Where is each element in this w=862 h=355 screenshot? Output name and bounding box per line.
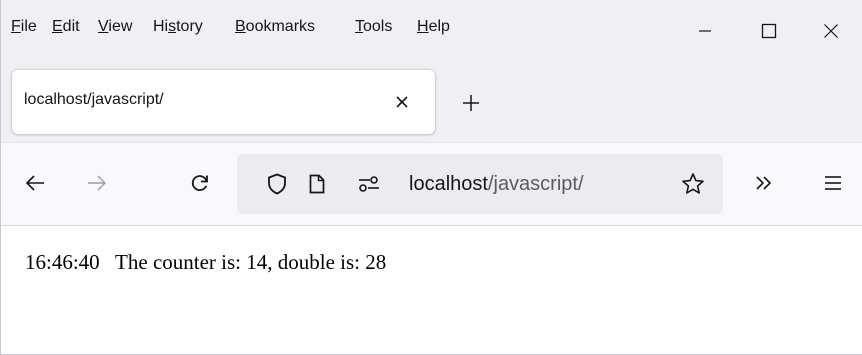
url-text[interactable]: localhost/javascript/: [409, 173, 584, 196]
arrow-left-icon: [25, 175, 45, 191]
close-icon: [823, 23, 839, 39]
minimize-icon: [698, 24, 712, 38]
menu-view[interactable]: View: [98, 18, 132, 36]
maximize-icon: [761, 23, 777, 39]
output-message: The counter is: 14, double is: 28: [115, 250, 387, 274]
shield-icon[interactable]: [263, 170, 291, 198]
back-button[interactable]: [13, 161, 57, 205]
close-button[interactable]: [801, 0, 861, 62]
tab-active[interactable]: localhost/javascript/: [12, 70, 435, 134]
tab-strip: localhost/javascript/: [1, 62, 862, 142]
menu-tools[interactable]: Tools: [355, 18, 392, 36]
output-time: 16:46:40: [25, 250, 100, 274]
menu-help[interactable]: Help: [417, 18, 450, 36]
page-icon[interactable]: [303, 170, 331, 198]
tab-title: localhost/javascript/: [24, 91, 164, 108]
url-path: /javascript/: [487, 173, 584, 195]
url-host: localhost: [409, 173, 488, 195]
plus-icon: [462, 94, 480, 112]
permissions-icon[interactable]: [355, 170, 383, 198]
page-content: 16:46:40 The counter is: 14, double is: …: [1, 226, 862, 354]
maximize-button[interactable]: [739, 0, 799, 62]
reload-button[interactable]: [178, 161, 222, 205]
reload-icon: [190, 173, 210, 193]
menu-edit[interactable]: Edit: [52, 18, 80, 36]
new-tab-button[interactable]: [456, 88, 486, 118]
url-bar[interactable]: localhost/javascript/: [237, 154, 723, 214]
app-menu-button[interactable]: [811, 161, 855, 205]
navigation-toolbar: localhost/javascript/: [1, 142, 862, 226]
menu-bar: File Edit View History Bookmarks Tools H…: [1, 0, 862, 62]
arrow-right-icon: [87, 175, 107, 191]
close-tab-icon: [395, 95, 409, 109]
forward-button[interactable]: [75, 161, 119, 205]
browser-window: File Edit View History Bookmarks Tools H…: [0, 0, 862, 355]
counter-output: 16:46:40 The counter is: 14, double is: …: [25, 250, 386, 275]
tab-close-button[interactable]: [392, 92, 412, 112]
star-icon[interactable]: [679, 170, 707, 198]
overflow-menu-button[interactable]: [742, 161, 786, 205]
menu-history[interactable]: History: [153, 18, 203, 36]
menu-file[interactable]: File: [11, 18, 37, 36]
minimize-button[interactable]: [675, 0, 735, 62]
hamburger-menu-icon: [824, 175, 842, 191]
menu-bookmarks[interactable]: Bookmarks: [235, 18, 315, 36]
chevron-double-right-icon: [755, 175, 773, 191]
